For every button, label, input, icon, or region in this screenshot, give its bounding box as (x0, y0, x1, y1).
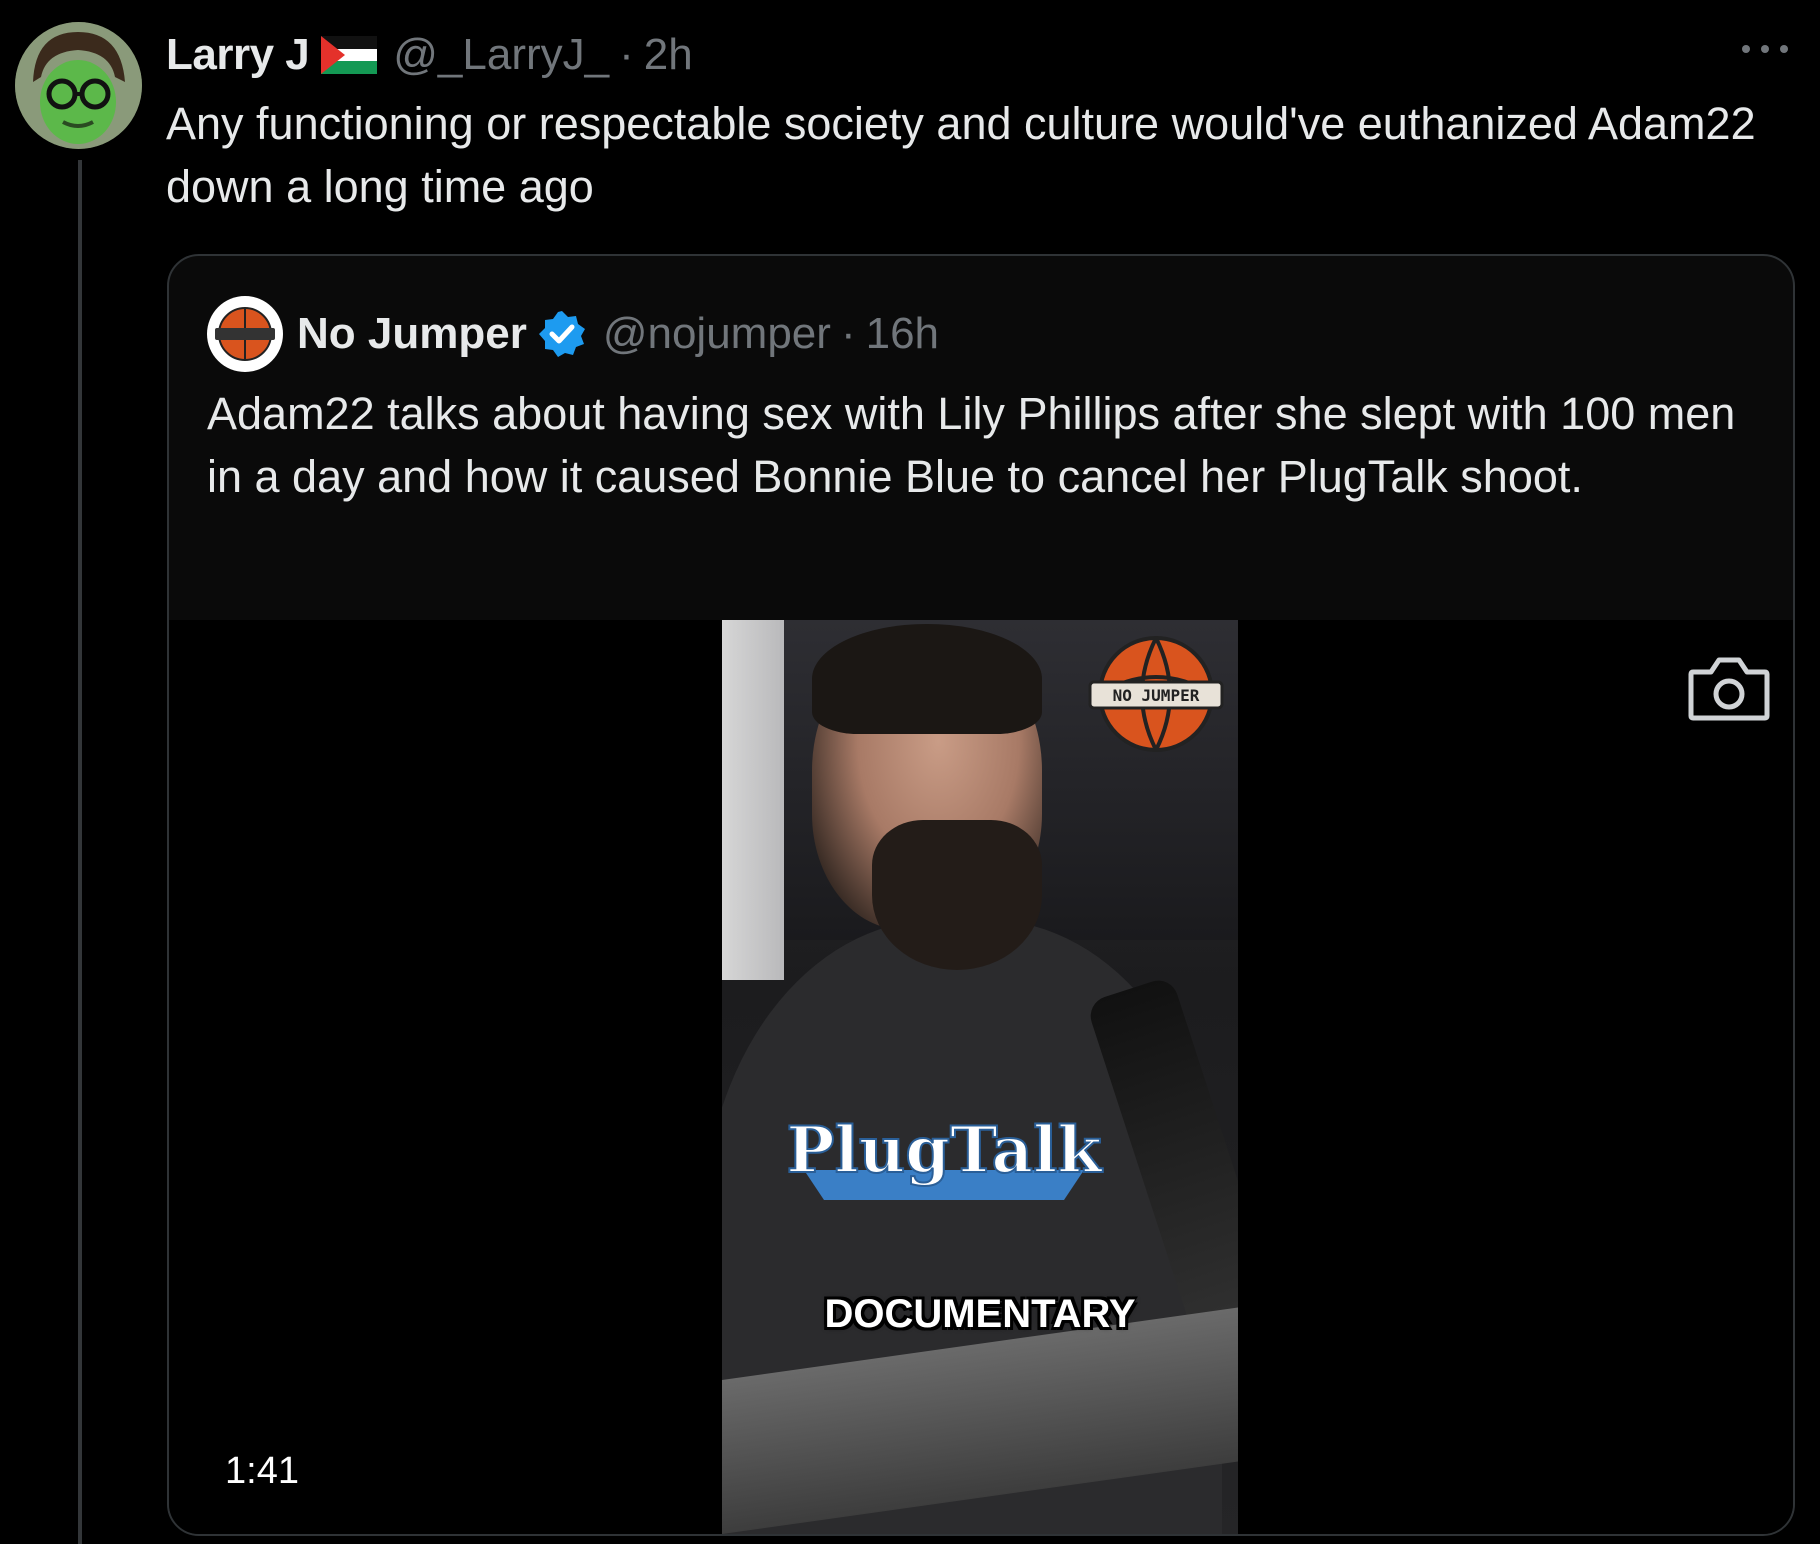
avatar-image (15, 22, 142, 149)
background-wall (722, 620, 784, 980)
separator-dot: · (619, 30, 634, 79)
display-name[interactable]: Larry J (166, 30, 310, 80)
person-hair (812, 624, 1042, 734)
quoted-display-name[interactable]: No Jumper (297, 309, 527, 359)
more-options-icon[interactable] (1742, 34, 1788, 64)
video-thumbnail[interactable]: PlugTalk DOCUMENTARY NO JUMPER (722, 620, 1238, 1534)
separator-dot: · (840, 309, 856, 358)
user-handle[interactable]: @_LarryJ_ (393, 30, 609, 80)
more-dot (1742, 45, 1750, 53)
tweet-text: Any functioning or respectable society a… (166, 98, 1756, 212)
more-dot (1761, 45, 1769, 53)
camera-icon[interactable] (1687, 654, 1771, 724)
plugtalk-logo: PlugTalk (784, 1100, 1104, 1210)
quoted-user-handle[interactable]: @nojumper (603, 309, 831, 359)
quoted-tweet-header: No Jumper @nojumper · 16h (207, 294, 939, 374)
quoted-tweet-text: Adam22 talks about having sex with Lily … (207, 388, 1736, 502)
tweet-header: Larry J @_LarryJ_ · 2h (166, 24, 693, 86)
person-beard (872, 820, 1042, 970)
video-caption: DOCUMENTARY (824, 1292, 1136, 1336)
video-duration: 1:41 (225, 1450, 299, 1492)
palestine-flag-icon (321, 36, 378, 74)
no-jumper-logo-icon (209, 298, 281, 370)
verified-badge-icon (538, 311, 585, 357)
video-player[interactable]: PlugTalk DOCUMENTARY NO JUMPER 1:41 (169, 620, 1793, 1534)
svg-text:NO JUMPER: NO JUMPER (1113, 686, 1200, 705)
thread-connector-line (78, 160, 82, 1544)
more-dot (1780, 45, 1788, 53)
plugtalk-logo-graphic: PlugTalk (785, 1112, 1104, 1200)
quoted-tweet-timestamp[interactable]: 16h (866, 309, 939, 359)
no-jumper-watermark-icon: NO JUMPER (1088, 636, 1224, 752)
quoted-tweet-card[interactable]: No Jumper @nojumper · 16h Adam22 talks a… (167, 254, 1795, 1536)
svg-text:PlugTalk: PlugTalk (786, 1113, 1103, 1188)
tweet-timestamp[interactable]: 2h (644, 30, 693, 80)
quoted-avatar[interactable] (207, 296, 283, 372)
avatar[interactable] (15, 22, 142, 149)
